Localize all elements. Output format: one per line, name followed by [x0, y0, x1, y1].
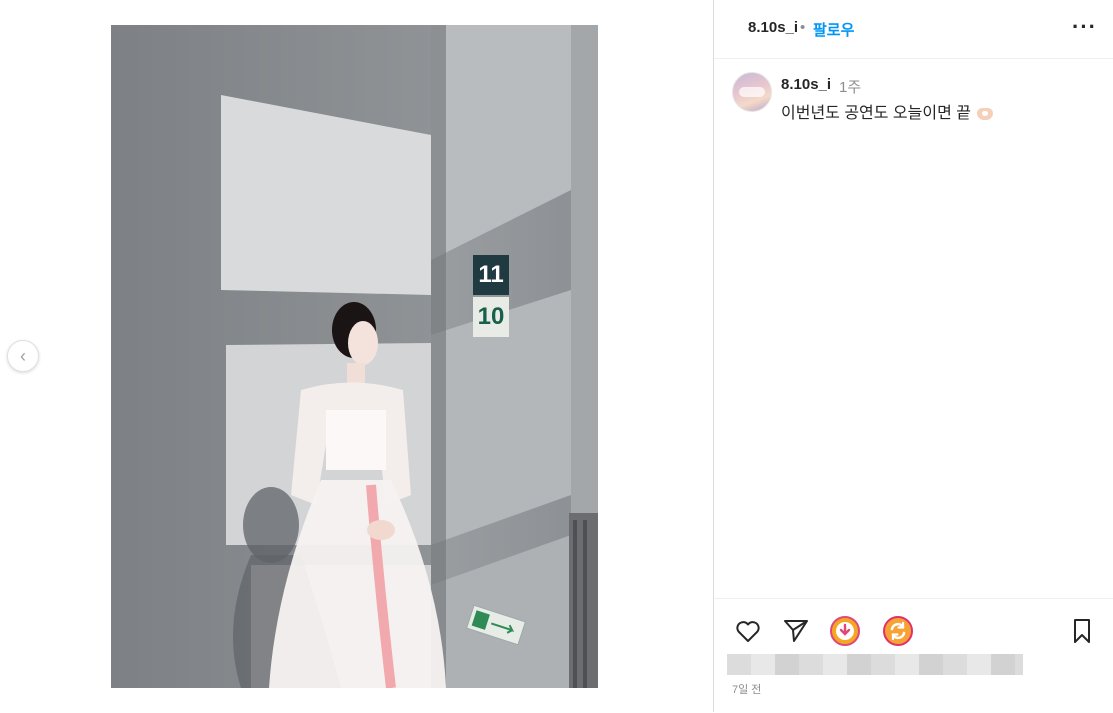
paper-plane-icon[interactable]	[781, 616, 811, 646]
likes-count-blurred[interactable]	[727, 654, 1023, 675]
caption-time[interactable]: 1주	[839, 76, 861, 97]
chevron-left-icon: ‹	[20, 345, 26, 366]
repost-extension-icon[interactable]	[883, 616, 913, 646]
follow-button[interactable]: 팔로우	[813, 19, 854, 40]
caption-text: 이번년도 공연도 오늘이면 끝	[781, 105, 971, 122]
header-username[interactable]: 8.10s_i	[748, 19, 798, 36]
heart-hands-emoji-icon	[976, 107, 993, 120]
action-bar: 7일 전	[714, 598, 1113, 713]
download-extension-icon[interactable]	[830, 616, 860, 646]
prev-arrow-button[interactable]: ‹	[7, 340, 39, 372]
bookmark-icon[interactable]	[1067, 616, 1097, 646]
post-media: 11 10 ‹	[0, 0, 713, 712]
header-dot: •	[800, 19, 806, 36]
photo-illustration	[111, 25, 598, 688]
heart-icon[interactable]	[733, 616, 763, 646]
floor-sign-10: 10	[477, 303, 505, 330]
floor-sign-11: 11	[478, 261, 504, 288]
caption-text-row: 이번년도 공연도 오늘이면 끝	[781, 99, 993, 123]
post-side-panel: 8.10s_i • 팔로우 ··· 8.10s_i 1주 이번년도 공연도 오늘…	[714, 0, 1113, 712]
more-options-icon[interactable]: ···	[1072, 14, 1097, 40]
post-photo[interactable]: 11 10	[111, 25, 598, 688]
avatar[interactable]	[732, 72, 772, 112]
post-header: 8.10s_i • 팔로우 ···	[714, 0, 1113, 59]
caption-username[interactable]: 8.10s_i	[781, 76, 831, 93]
post-date[interactable]: 7일 전	[732, 681, 761, 697]
